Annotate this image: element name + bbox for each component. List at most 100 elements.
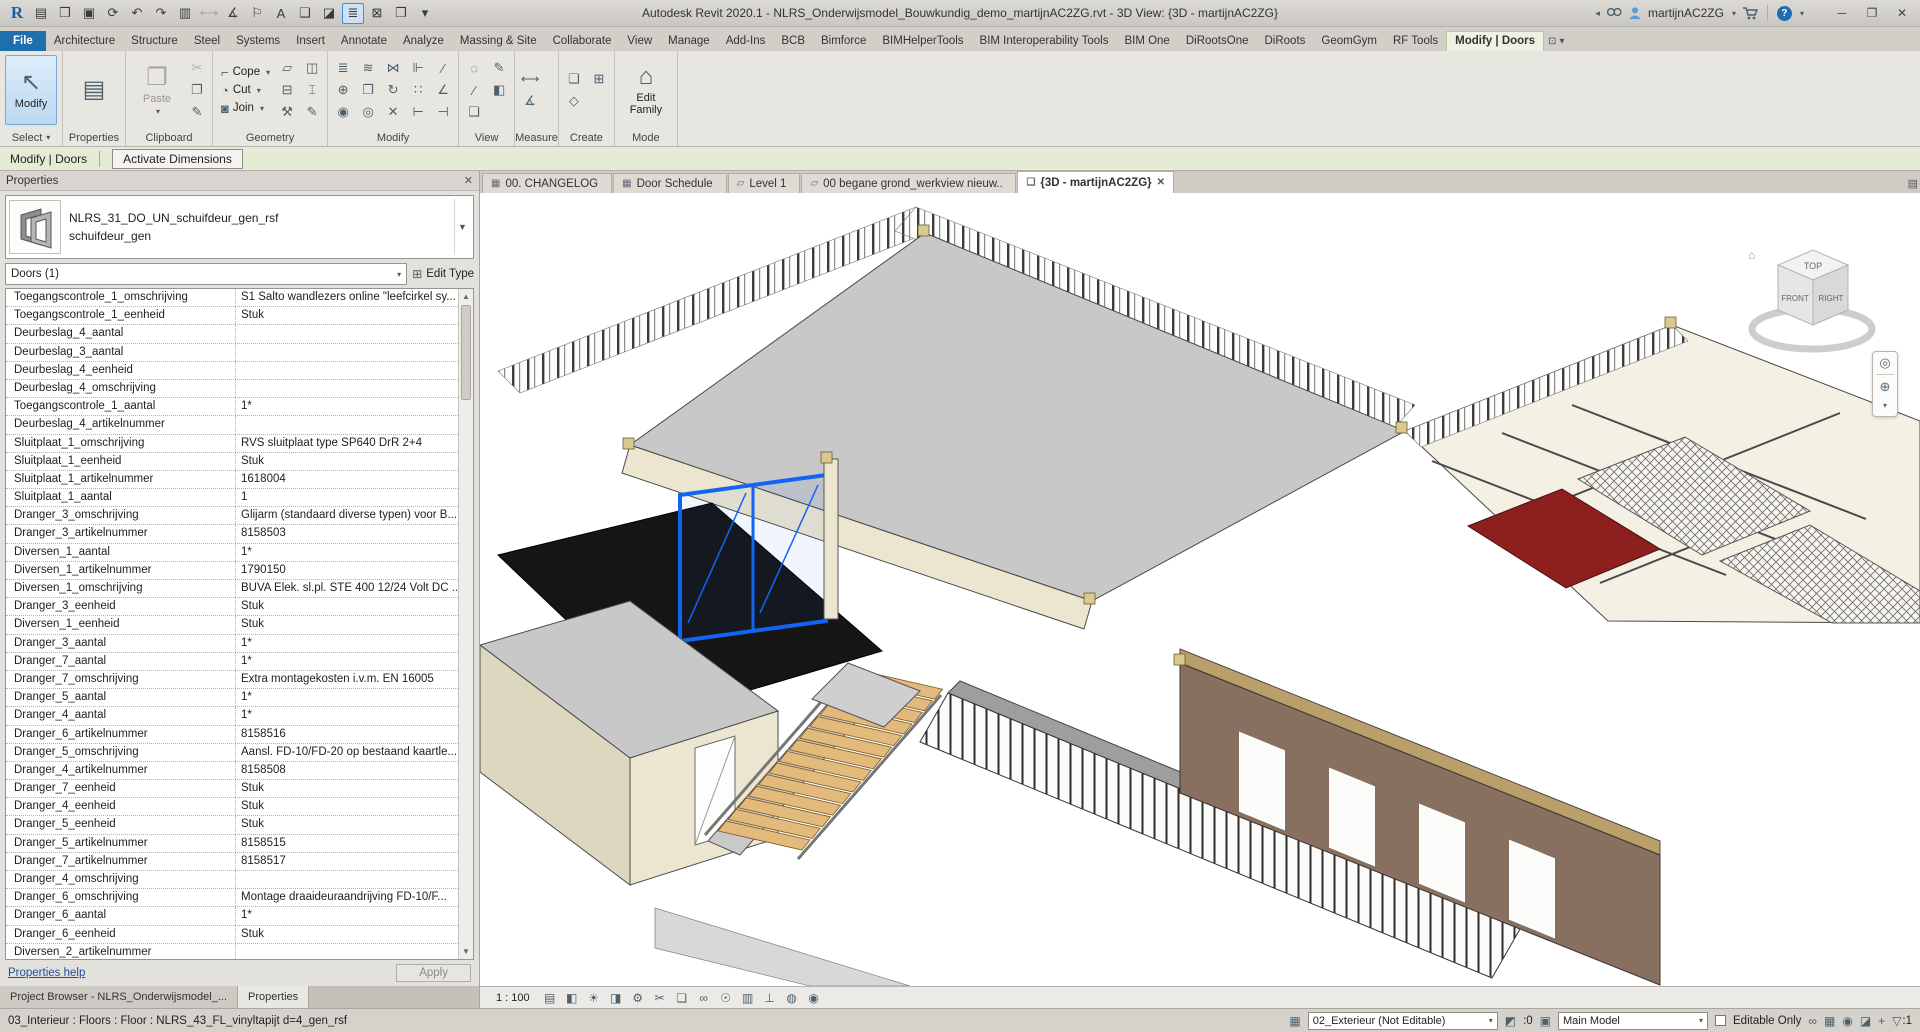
ribbon-tab[interactable]: Structure	[123, 32, 186, 51]
select-pinned-icon[interactable]: ◉	[1842, 1014, 1852, 1028]
activate-dimensions-button[interactable]: Activate Dimensions	[112, 149, 243, 169]
help-menu-caret-icon[interactable]: ▾	[1800, 9, 1804, 18]
rotate-icon[interactable]: ↻	[383, 81, 403, 100]
property-value[interactable]: Montage draaideuraandrijving FD-10/F...	[236, 889, 458, 906]
trim-icon[interactable]: ⊩	[408, 59, 428, 78]
property-value[interactable]: Stuk	[236, 598, 458, 615]
save-icon[interactable]: ▣	[78, 3, 100, 24]
ribbon-tab[interactable]: Systems	[228, 32, 288, 51]
shadows-icon[interactable]: ◨	[606, 989, 626, 1007]
property-value[interactable]: Stuk	[236, 453, 458, 470]
property-value[interactable]	[236, 416, 458, 433]
edit-type-button[interactable]: ⊞ Edit Type	[412, 267, 474, 281]
ribbon-tab[interactable]: Architecture	[46, 32, 123, 51]
tab-level-1[interactable]: ▱ Level 1	[728, 173, 801, 193]
property-value[interactable]: 8158515	[236, 835, 458, 852]
cut-geometry-button[interactable]: ◔Cut▾	[218, 82, 273, 99]
property-value[interactable]: 1*	[236, 689, 458, 706]
properties-help-link[interactable]: Properties help	[8, 967, 85, 979]
detail-level-icon[interactable]: ▤	[540, 989, 560, 1007]
worksharing-display-icon[interactable]: ◍	[782, 989, 802, 1007]
print-icon[interactable]: ▥	[174, 3, 196, 24]
select-links-icon[interactable]: ∞	[1808, 1014, 1817, 1028]
ribbon-tab[interactable]: BIM Interoperability Tools	[972, 32, 1117, 51]
tab-changelog[interactable]: ▦ 00. CHANGELOG	[482, 173, 612, 193]
property-value[interactable]	[236, 380, 458, 397]
property-value[interactable]: 1*	[236, 635, 458, 652]
create-group-icon[interactable]: ❏	[564, 70, 584, 89]
restore-button[interactable]: ❐	[1860, 6, 1884, 20]
visual-style-icon[interactable]: ◧	[562, 989, 582, 1007]
aligned-dimension-icon[interactable]: ∡	[222, 3, 244, 24]
property-value[interactable]: 1*	[236, 907, 458, 924]
ribbon-tab[interactable]: Insert	[288, 32, 333, 51]
ribbon-tab[interactable]: Modify | Doors	[1446, 31, 1544, 51]
property-value[interactable]: BUVA Elek. sl.pl. STE 400 12/24 Volt DC …	[236, 580, 458, 597]
property-value[interactable]: 8158503	[236, 525, 458, 542]
tag-icon[interactable]: ⚐	[246, 3, 268, 24]
property-value[interactable]: S1 Salto wandlezers online "leefcirkel s…	[236, 289, 458, 306]
property-value[interactable]: 1*	[236, 653, 458, 670]
scroll-up-icon[interactable]: ▲	[459, 289, 473, 304]
copy-element-icon[interactable]: ❐	[358, 81, 378, 100]
beam-icon[interactable]: ⌶	[302, 81, 322, 100]
default-3d-view-icon[interactable]: ❑	[294, 3, 316, 24]
property-value[interactable]	[236, 325, 458, 342]
ribbon-tab[interactable]: Bimforce	[813, 32, 874, 51]
property-value[interactable]: Stuk	[236, 307, 458, 324]
user-icon[interactable]	[1628, 6, 1642, 20]
ribbon-tab[interactable]: Massing & Site	[452, 32, 545, 51]
delete-icon[interactable]: ✕	[383, 103, 403, 122]
cope-button[interactable]: ⌐Cope▾	[218, 64, 273, 81]
array-icon[interactable]: ∷	[408, 81, 428, 100]
section-icon[interactable]: ◪	[318, 3, 340, 24]
trim-single-icon[interactable]: ⊢	[408, 103, 428, 122]
ribbon-tab[interactable]: GeomGym	[1313, 32, 1385, 51]
modify-button[interactable]: ↖ Modify	[5, 55, 57, 125]
property-value[interactable]: 1*	[236, 544, 458, 561]
sync-with-central-icon[interactable]: ⟳	[102, 3, 124, 24]
type-selector[interactable]: NLRS_31_DO_UN_schuifdeur_gen_rsf schuifd…	[5, 195, 474, 259]
ribbon-tab[interactable]: DiRootsOne	[1178, 32, 1257, 51]
undo-icon[interactable]: ↶	[126, 3, 148, 24]
steering-wheel-icon[interactable]: ◎	[1879, 355, 1890, 370]
linework-icon[interactable]: ∕	[464, 81, 484, 100]
mirror-icon[interactable]: ⋈	[383, 59, 403, 78]
paste-button[interactable]: ❐ Paste▾	[131, 55, 183, 125]
properties-tab[interactable]: Properties	[238, 986, 309, 1008]
property-value[interactable]: RVS sluitplaat type SP640 DrR 2+4	[236, 435, 458, 452]
align-icon[interactable]: ≣	[333, 59, 353, 78]
ribbon-tab[interactable]: Steel	[186, 32, 228, 51]
type-dropdown-caret-icon[interactable]: ▼	[454, 199, 470, 255]
split-icon[interactable]: ∕	[433, 59, 453, 78]
properties-palette-button[interactable]: ▤	[68, 55, 120, 125]
render-icon[interactable]: ⚙	[628, 989, 648, 1007]
ribbon-tab[interactable]: Manage	[660, 32, 718, 51]
app-store-cart-icon[interactable]	[1742, 6, 1758, 20]
property-value[interactable]: 8158516	[236, 726, 458, 743]
measure-along-element-icon[interactable]: ∡	[520, 92, 540, 111]
shaft-opening-icon[interactable]: ◫	[302, 59, 322, 78]
editing-requests-icon[interactable]: ◩	[1505, 1014, 1516, 1028]
trim-multi-icon[interactable]: ⊣	[433, 103, 453, 122]
scale-control[interactable]: 1 : 100	[488, 990, 538, 1006]
worksets-icon[interactable]: ▦	[1289, 1014, 1300, 1028]
help-icon[interactable]: ?	[1777, 6, 1792, 21]
minimize-button[interactable]: ─	[1830, 6, 1854, 20]
close-button[interactable]: ✕	[1890, 6, 1914, 20]
paint-icon[interactable]: ✎	[302, 103, 322, 122]
temporary-hide-isolate-icon[interactable]: ∞	[694, 989, 714, 1007]
minimize-ribbon-caret-icon[interactable]: ▾	[1559, 36, 1564, 47]
edit-family-button[interactable]: ⌂ Edit Family	[620, 55, 672, 125]
join-geometry-button[interactable]: ◙Join▾	[218, 100, 273, 117]
close-hidden-windows-icon[interactable]: ⊠	[366, 3, 388, 24]
copy-icon[interactable]: ❐	[187, 81, 207, 100]
ribbon-tab[interactable]: BIMHelperTools	[874, 32, 971, 51]
crop-region-icon[interactable]: ❏	[672, 989, 692, 1007]
legend-component-icon[interactable]: ◇	[564, 92, 584, 111]
signed-in-user[interactable]: martijnAC2ZG	[1648, 6, 1724, 20]
cut-icon[interactable]: ✂	[187, 59, 207, 78]
crop-view-icon[interactable]: ✂	[650, 989, 670, 1007]
file-properties-icon[interactable]: ▤	[30, 3, 52, 24]
property-value[interactable]: 1790150	[236, 562, 458, 579]
